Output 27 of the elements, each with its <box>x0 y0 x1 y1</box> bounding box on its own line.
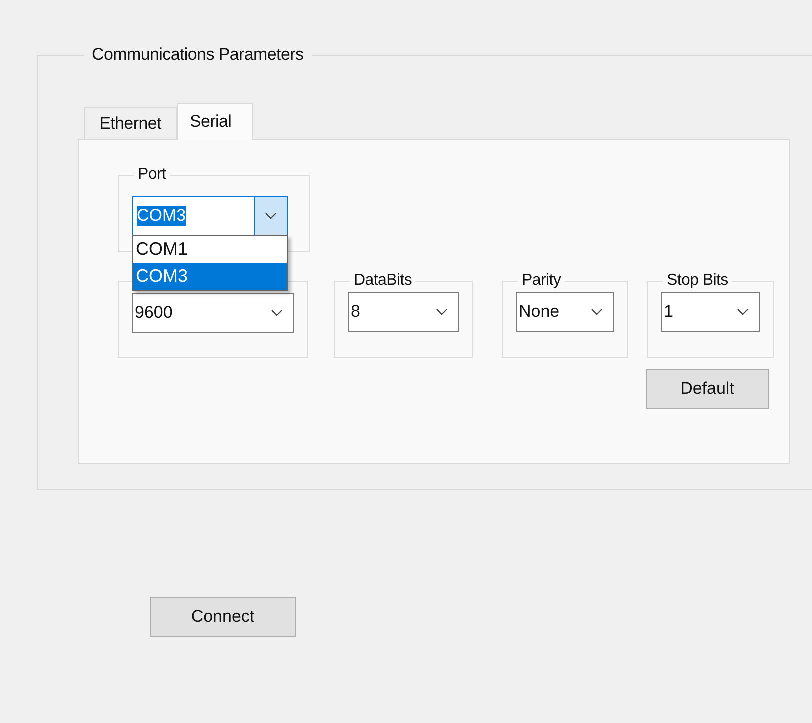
chevron-icon <box>591 308 603 316</box>
dropdown-value: 8 <box>351 302 360 322</box>
port-dropdown[interactable]: COM3 <box>132 196 288 236</box>
tab[interactable]: Serial <box>177 103 253 140</box>
default-button[interactable]: Default <box>646 369 769 409</box>
dropdown-option[interactable]: COM3 <box>133 263 287 290</box>
connect-button[interactable]: Connect <box>150 597 296 637</box>
chevron-icon <box>436 308 448 316</box>
port-value: COM3 <box>137 206 186 226</box>
group-label: Stop Bits <box>666 272 730 290</box>
dropdown[interactable]: 8 <box>348 292 459 332</box>
dropdown[interactable]: 9600 <box>132 293 294 333</box>
tab[interactable]: Ethernet <box>84 107 177 139</box>
group-title: Communications Parameters <box>91 45 305 65</box>
chevron-icon <box>265 212 277 220</box>
dropdown-value: 9600 <box>135 303 173 323</box>
dropdown[interactable]: 1 <box>661 292 760 332</box>
dropdown[interactable]: None <box>516 292 614 332</box>
dropdown-button[interactable] <box>254 197 287 235</box>
dropdown-option[interactable]: COM1 <box>133 236 287 263</box>
group-label: DataBits <box>353 272 414 290</box>
chevron-icon <box>737 308 749 316</box>
group-label: Parity <box>521 272 562 290</box>
group-label: Port <box>137 166 168 184</box>
dropdown-value: 1 <box>664 302 674 322</box>
chevron-icon <box>271 309 283 317</box>
dropdown-value: None <box>519 302 560 322</box>
